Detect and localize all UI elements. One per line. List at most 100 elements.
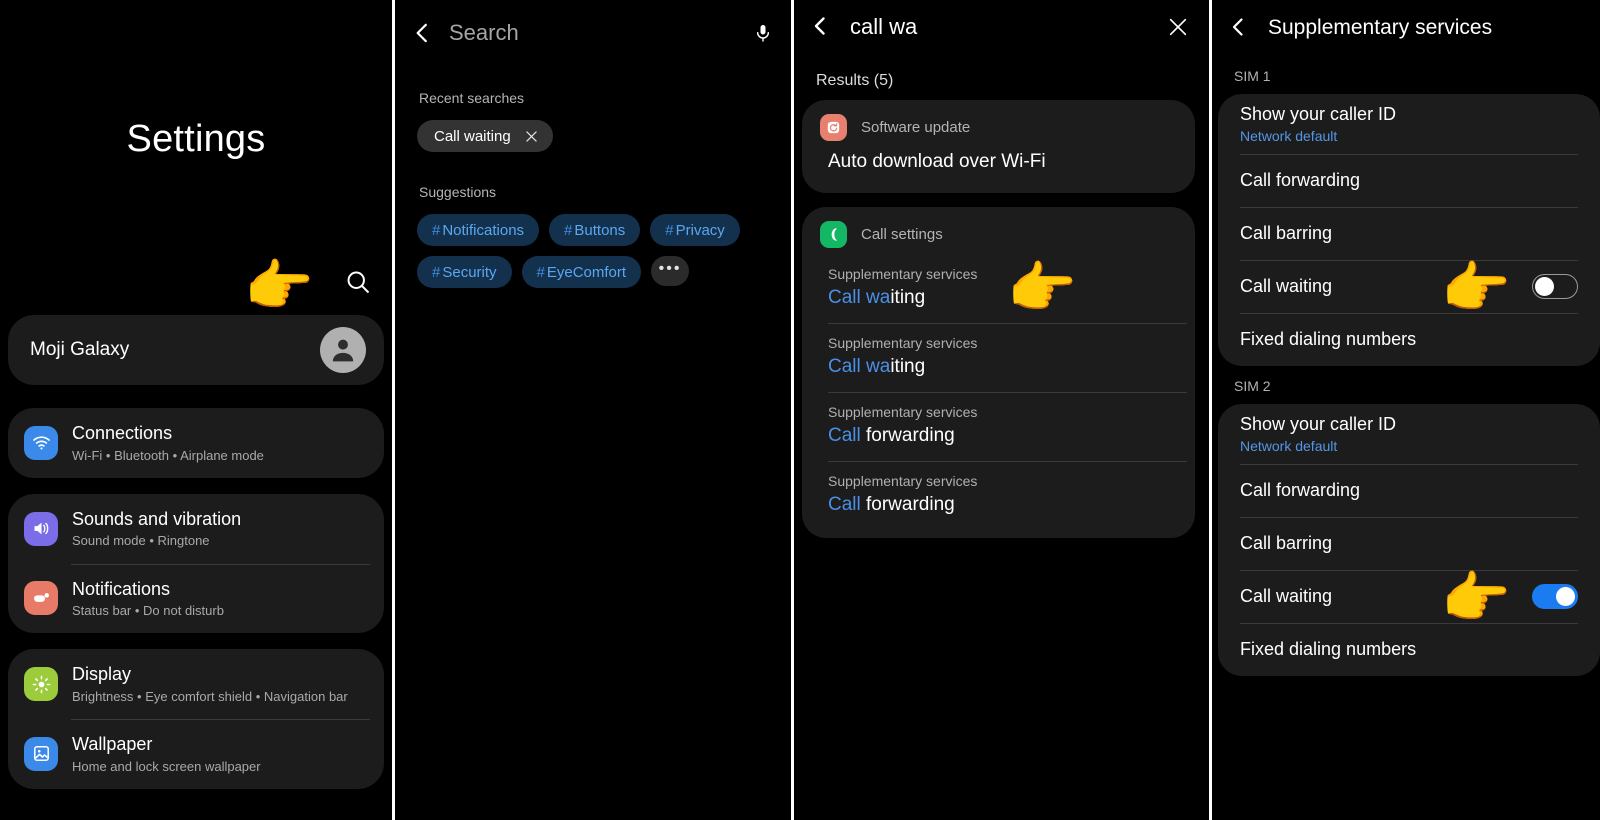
suggestion-chip-notifications[interactable]: # Notifications bbox=[417, 214, 540, 246]
call-waiting-toggle[interactable] bbox=[1532, 274, 1578, 299]
close-x-icon[interactable] bbox=[1167, 16, 1189, 38]
supp-row-label: Call barring bbox=[1240, 223, 1333, 243]
search-query-input[interactable]: call wa bbox=[850, 14, 1167, 40]
supp-row-label: Call forwarding bbox=[1240, 480, 1361, 500]
chevron-left-icon[interactable] bbox=[409, 20, 435, 46]
settings-item-subtitle: Sound mode • Ringtone bbox=[72, 533, 210, 549]
phone-call-icon bbox=[820, 221, 847, 248]
suggestion-chip-buttons[interactable]: # Buttons bbox=[549, 214, 641, 246]
supp-row-call-forwarding[interactable]: Call forwarding bbox=[1218, 154, 1600, 207]
suggestion-chip-security[interactable]: # Security bbox=[417, 256, 512, 288]
suggestion-chip-privacy[interactable]: # Privacy bbox=[650, 214, 740, 246]
result-category: Call settings bbox=[861, 226, 943, 243]
result-item-highlight: Call wa bbox=[828, 356, 891, 377]
close-x-icon[interactable] bbox=[525, 130, 538, 143]
settings-item-title: Display bbox=[72, 664, 132, 685]
recent-searches-label: Recent searches bbox=[419, 90, 525, 106]
hash-icon: # bbox=[536, 263, 545, 281]
image-picture-icon bbox=[24, 736, 58, 771]
supp-row-show-caller-id[interactable]: Show your caller ID Network default bbox=[1218, 94, 1600, 154]
supp-row-fixed-dialing-numbers[interactable]: Fixed dialing numbers bbox=[1218, 313, 1600, 366]
supplementary-header: Supplementary services bbox=[1212, 0, 1600, 56]
supplementary-services-panel: Supplementary services SIM 1 Show your c… bbox=[1212, 0, 1600, 820]
page-title: Settings bbox=[126, 118, 266, 160]
chevron-left-icon[interactable] bbox=[808, 14, 834, 40]
supp-row-call-waiting[interactable]: Call waiting 👉 bbox=[1218, 566, 1600, 629]
suggestion-label: Security bbox=[442, 263, 497, 281]
sidebar-item-wallpaper[interactable]: Wallpaper Home and lock screen wallpaper bbox=[8, 719, 384, 789]
screenshot-stage: Settings 👉 Moji Galaxy Connections Wi-Fi… bbox=[0, 0, 1600, 820]
settings-group: Connections Wi-Fi • Bluetooth • Airplane… bbox=[8, 408, 384, 478]
supp-row-call-barring[interactable]: Call barring bbox=[1218, 517, 1600, 570]
suggestion-chip-eyecomfort[interactable]: # EyeComfort bbox=[521, 256, 642, 288]
supp-row-label: Show your caller ID bbox=[1240, 414, 1397, 434]
result-item-rest: forwarding bbox=[860, 494, 955, 515]
suggestion-label: EyeComfort bbox=[546, 263, 627, 281]
supp-row-call-forwarding[interactable]: Call forwarding bbox=[1218, 464, 1600, 517]
speaker-volume-icon bbox=[24, 511, 58, 546]
settings-item-subtitle: Brightness • Eye comfort shield • Naviga… bbox=[72, 688, 348, 704]
result-item-subtitle: Supplementary services bbox=[828, 404, 978, 420]
result-item-subtitle: Supplementary services bbox=[828, 335, 978, 351]
hash-icon: # bbox=[665, 221, 674, 239]
result-item[interactable]: Supplementary services Call waiting 👉 bbox=[802, 254, 1195, 323]
supp-row-label: Call waiting bbox=[1240, 586, 1333, 606]
hash-icon: # bbox=[432, 221, 441, 239]
result-card-software-update: Software update Auto download over Wi-Fi bbox=[802, 100, 1195, 193]
settings-item-title: Notifications bbox=[72, 578, 171, 599]
profile-card[interactable]: Moji Galaxy bbox=[8, 315, 384, 385]
search-results-panel: call wa Results (5) Software update Auto… bbox=[794, 0, 1209, 820]
avatar[interactable] bbox=[320, 327, 366, 373]
search-input[interactable]: Search bbox=[449, 20, 753, 46]
result-item-highlight: Call bbox=[828, 494, 861, 515]
supp-row-call-waiting[interactable]: Call waiting 👉 bbox=[1218, 256, 1600, 319]
sidebar-item-notifications[interactable]: Notifications Status bar • Do not distur… bbox=[8, 563, 384, 634]
brightness-sun-icon bbox=[24, 667, 58, 702]
settings-item-subtitle: Home and lock screen wallpaper bbox=[72, 758, 261, 774]
sim2-settings-card: Show your caller ID Network default Call… bbox=[1218, 404, 1600, 676]
result-item-rest: iting bbox=[890, 287, 926, 308]
settings-group: Sounds and vibration Sound mode • Ringto… bbox=[8, 493, 384, 634]
result-card-header: Call settings bbox=[802, 207, 1195, 254]
settings-groups: Connections Wi-Fi • Bluetooth • Airplane… bbox=[0, 408, 392, 805]
result-item[interactable]: Supplementary services Call forwarding bbox=[802, 392, 1195, 461]
toggle-knob bbox=[1535, 277, 1554, 296]
sidebar-item-connections[interactable]: Connections Wi-Fi • Bluetooth • Airplane… bbox=[8, 408, 384, 478]
result-item-title: Call waiting bbox=[828, 287, 1177, 309]
call-waiting-toggle[interactable] bbox=[1532, 584, 1578, 609]
supp-row-value: Network default bbox=[1240, 438, 1338, 454]
pointing-hand-right-icon: 👉 bbox=[1441, 256, 1511, 319]
settings-home-panel: Settings 👉 Moji Galaxy Connections Wi-Fi… bbox=[0, 0, 392, 820]
settings-item-subtitle: Wi-Fi • Bluetooth • Airplane mode bbox=[72, 447, 264, 463]
result-item-title: Call waiting bbox=[828, 356, 1177, 378]
supp-row-show-caller-id[interactable]: Show your caller ID Network default bbox=[1218, 404, 1600, 464]
result-item[interactable]: Supplementary services Call waiting bbox=[802, 323, 1195, 392]
result-item[interactable]: Supplementary services Call forwarding bbox=[802, 461, 1195, 538]
search-icon[interactable] bbox=[344, 268, 372, 296]
supp-row-call-barring[interactable]: Call barring bbox=[1218, 207, 1600, 260]
sidebar-item-display[interactable]: Display Brightness • Eye comfort shield … bbox=[8, 649, 384, 719]
page-title: Supplementary services bbox=[1268, 16, 1493, 39]
results-count: Results (5) bbox=[816, 72, 894, 89]
microphone-icon[interactable] bbox=[753, 19, 773, 47]
recent-search-label: Call waiting bbox=[434, 127, 511, 145]
recent-search-chip[interactable]: Call waiting bbox=[417, 120, 553, 152]
supp-row-label: Fixed dialing numbers bbox=[1240, 329, 1417, 349]
settings-search-row: 👉 bbox=[0, 258, 392, 314]
settings-item-title: Wallpaper bbox=[72, 734, 153, 754]
toggle-knob bbox=[1556, 587, 1575, 606]
chevron-left-icon[interactable] bbox=[1226, 15, 1252, 41]
search-panel: Search Recent searches Call waiting Sugg… bbox=[395, 0, 791, 820]
result-main-item[interactable]: Auto download over Wi-Fi bbox=[802, 147, 1195, 193]
supp-row-label: Call barring bbox=[1240, 533, 1333, 553]
search-header: Search bbox=[395, 4, 791, 62]
result-category: Software update bbox=[861, 119, 971, 136]
supp-row-fixed-dialing-numbers[interactable]: Fixed dialing numbers bbox=[1218, 623, 1600, 676]
supp-row-label: Call forwarding bbox=[1240, 170, 1361, 190]
pointing-hand-right-icon: 👉 bbox=[1441, 566, 1511, 629]
result-item-rest: iting bbox=[890, 356, 926, 377]
sidebar-item-sounds-and-vibration[interactable]: Sounds and vibration Sound mode • Ringto… bbox=[8, 494, 384, 564]
settings-item-subtitle: Status bar • Do not disturb bbox=[72, 603, 224, 618]
result-card-header: Software update bbox=[802, 100, 1195, 147]
more-suggestions-button[interactable]: ••• bbox=[651, 256, 690, 286]
